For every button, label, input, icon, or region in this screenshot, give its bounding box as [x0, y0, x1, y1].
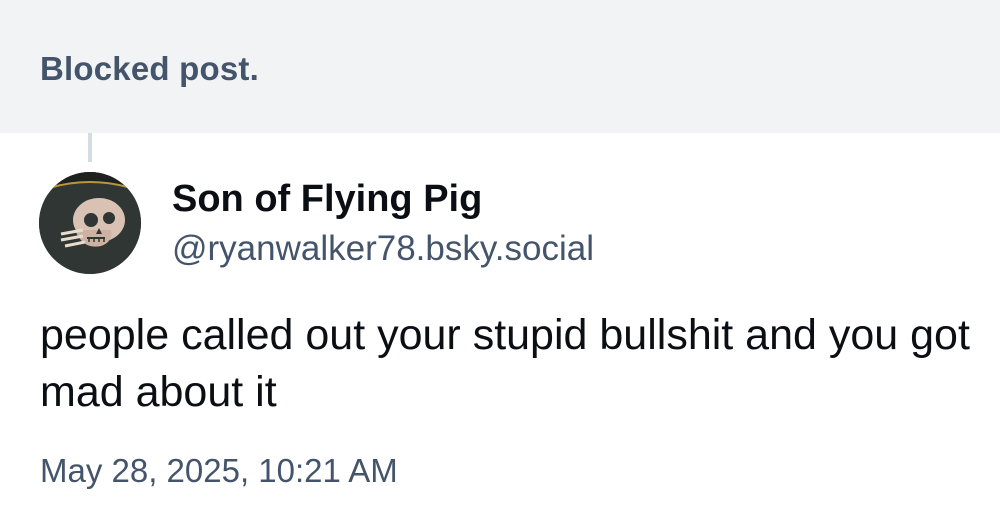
- post-body-text: people called out your stupid bullshit a…: [40, 311, 970, 416]
- post-timestamp[interactable]: May 28, 2025, 10:21 AM: [40, 452, 398, 490]
- post-thread-view: Blocked post. Son of Flying Pig @ryanwal…: [0, 0, 1000, 514]
- author-avatar[interactable]: [39, 172, 141, 274]
- author-handle[interactable]: @ryanwalker78.bsky.social: [172, 229, 594, 269]
- blocked-post-banner[interactable]: Blocked post.: [0, 0, 1000, 133]
- author-display-name[interactable]: Son of Flying Pig: [172, 178, 482, 221]
- thread-connector-line: [88, 133, 92, 162]
- skull-avatar-icon: [39, 172, 141, 274]
- blocked-post-label: Blocked post.: [40, 50, 259, 87]
